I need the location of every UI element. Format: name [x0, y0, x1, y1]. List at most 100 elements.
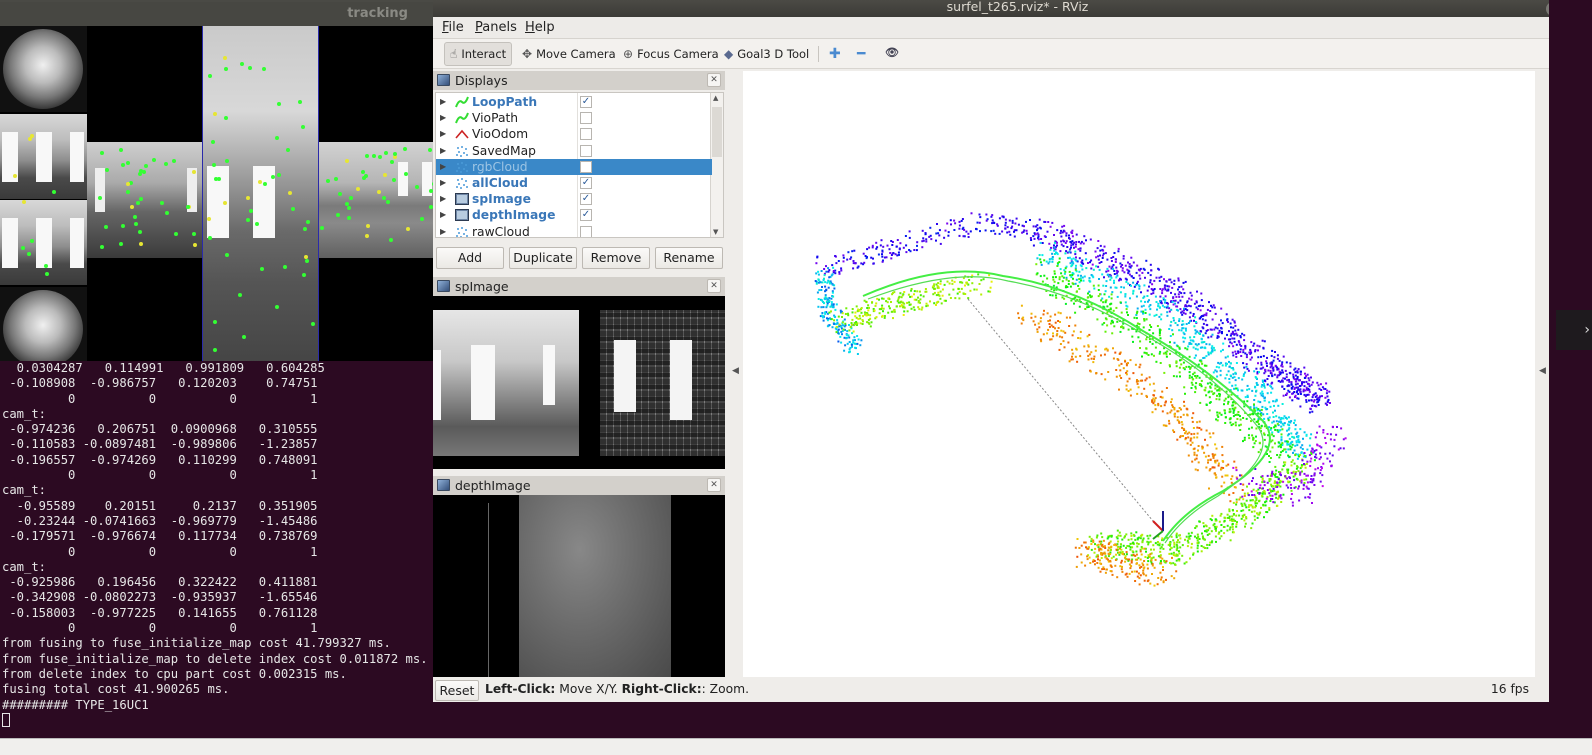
display-enable-checkbox[interactable]	[580, 225, 592, 237]
cloud-point	[1154, 397, 1157, 400]
terminal-prompt[interactable]	[2, 712, 440, 728]
display-item-viopath[interactable]: ▶ VioPath	[436, 110, 712, 126]
left-splitter-arrow-icon[interactable]: ◀	[732, 366, 742, 376]
move-camera-tool[interactable]: ✥ Move Camera	[517, 42, 621, 66]
remove-tool-icon[interactable]: ━	[857, 46, 865, 62]
cloud-point	[1222, 526, 1225, 528]
cloud-point	[1248, 427, 1251, 430]
cloud-point	[1052, 278, 1055, 281]
display-item-spimage[interactable]: ▶ spImage ✓	[436, 191, 712, 207]
display-item-savedmap[interactable]: ▶ SavedMap	[436, 143, 712, 159]
cloud-point	[1163, 306, 1166, 309]
cloud-point	[1102, 249, 1105, 252]
goal3d-tool[interactable]: ◆ Goal3 D Tool	[719, 42, 814, 66]
cloud-point	[1204, 438, 1206, 441]
cloud-point	[1129, 567, 1132, 570]
cloud-point	[1228, 365, 1231, 368]
expand-arrow-icon[interactable]: ▶	[440, 126, 446, 142]
menu-help[interactable]: Help	[525, 20, 555, 35]
cloud-point	[1008, 219, 1011, 222]
cloud-point	[1294, 472, 1297, 475]
display-enable-checkbox[interactable]	[580, 144, 592, 157]
cloud-point	[1119, 369, 1122, 372]
focus-camera-tool[interactable]: ⊕ Focus Camera	[618, 42, 724, 66]
cloud-point	[1125, 278, 1128, 281]
display-enable-checkbox[interactable]: ✓	[580, 96, 592, 108]
add-button[interactable]: Add	[436, 247, 504, 269]
expand-arrow-icon[interactable]: ▶	[440, 191, 446, 207]
expand-arrow-icon[interactable]: ▶	[440, 175, 446, 191]
display-item-allcloud[interactable]: ▶ allCloud ✓	[436, 175, 712, 191]
displays-close-icon[interactable]: ✕	[707, 73, 721, 87]
display-item-depthimage[interactable]: ▶ depthImage ✓	[436, 207, 712, 223]
spimage-close-icon[interactable]: ✕	[707, 279, 721, 293]
cloud-point	[881, 249, 884, 252]
display-enable-checkbox[interactable]	[580, 160, 592, 173]
display-item-rgbcloud[interactable]: ▶ rgbCloud	[436, 158, 712, 175]
scroll-up-icon[interactable]: ▲	[713, 94, 718, 102]
expand-arrow-icon[interactable]: ▶	[440, 94, 446, 110]
cloud-point	[1078, 270, 1081, 273]
expand-arrow-icon[interactable]: ▶	[440, 224, 446, 237]
cloud-point	[1008, 230, 1011, 233]
cloud-point	[1118, 388, 1120, 391]
display-enable-checkbox[interactable]: ✓	[580, 177, 592, 189]
rename-button[interactable]: Rename	[655, 247, 723, 269]
display-enable-checkbox[interactable]: ✓	[580, 209, 592, 222]
expand-arrow-icon[interactable]: ▶	[440, 207, 446, 223]
feature-point	[360, 169, 365, 174]
cloud-point	[1233, 321, 1236, 324]
cloud-point	[1091, 274, 1094, 277]
scrollbar-thumb[interactable]	[712, 107, 722, 157]
cloud-point	[1304, 395, 1307, 398]
cloud-point	[1302, 437, 1304, 440]
cloud-point	[1088, 353, 1091, 356]
right-splitter-arrow-icon[interactable]: ◀	[1539, 366, 1549, 376]
depthimage-view[interactable]	[433, 495, 725, 677]
display-enable-checkbox[interactable]	[580, 112, 592, 125]
cloud-point	[1260, 363, 1263, 366]
interact-tool[interactable]: ☝ Interact	[444, 42, 513, 66]
cloud-point	[863, 261, 866, 264]
cloud-point	[1089, 294, 1091, 297]
terminal-output[interactable]: 0.0304287 0.114991 0.991809 0.604285 -0.…	[0, 361, 440, 731]
cloud-point	[905, 251, 908, 254]
interact-tool-label: Interact	[461, 47, 507, 61]
menu-panels[interactable]: Panels	[475, 20, 517, 35]
cloud-point	[830, 303, 833, 306]
cloud-point	[1078, 547, 1081, 549]
3d-viewport[interactable]	[743, 71, 1535, 677]
cloud-point	[1095, 372, 1098, 375]
menu-file[interactable]: File	[442, 20, 464, 35]
expand-arrow-icon[interactable]: ▶	[440, 159, 446, 175]
reset-button[interactable]: Reset	[435, 680, 479, 701]
cloud-point	[1145, 347, 1148, 350]
cloud-point	[1191, 416, 1194, 419]
cloud-point	[1196, 432, 1199, 435]
cloud-point	[894, 253, 897, 256]
cloud-point	[1211, 540, 1214, 543]
display-item-looppath[interactable]: ▶ LoopPath ✓	[436, 94, 712, 110]
remove-button[interactable]: Remove	[582, 247, 650, 269]
display-enable-checkbox[interactable]: ✓	[580, 193, 592, 206]
cloud-point	[1122, 257, 1125, 260]
display-item-vioodom[interactable]: ▶ VioOdom	[436, 126, 712, 142]
display-enable-checkbox[interactable]	[580, 128, 592, 141]
expand-arrow-icon[interactable]: ▶	[440, 110, 446, 126]
cloud-point	[1207, 391, 1210, 394]
scroll-down-icon[interactable]: ▼	[713, 228, 718, 236]
display-item-rawcloud[interactable]: ▶ rawCloud	[436, 224, 712, 237]
expand-arrow-icon[interactable]: ▶	[440, 143, 446, 159]
eye-icon[interactable]: 👁	[885, 46, 899, 59]
cloud-point	[1118, 553, 1121, 556]
collapsed-panel-tab[interactable]: ›	[1556, 310, 1592, 350]
add-tool-icon[interactable]: ✚	[829, 46, 841, 62]
cloud-point	[1286, 429, 1288, 432]
cloud-point	[998, 217, 1001, 220]
cloud-point	[961, 281, 964, 284]
cloud-point	[1102, 539, 1105, 542]
depthimage-close-icon[interactable]: ✕	[707, 478, 721, 492]
duplicate-button[interactable]: Duplicate	[509, 247, 577, 269]
spimage-view[interactable]	[433, 296, 725, 469]
cloud-point	[1310, 433, 1313, 436]
